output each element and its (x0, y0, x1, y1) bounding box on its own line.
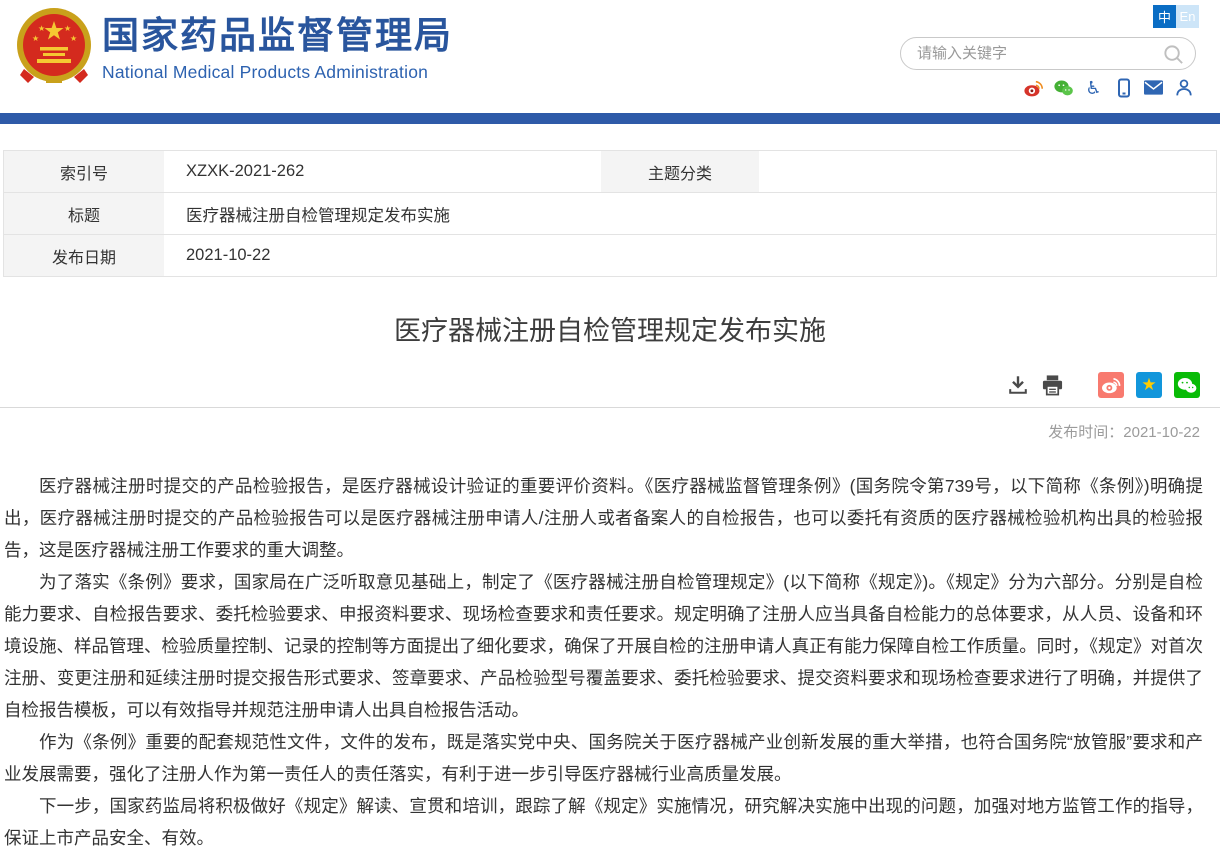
search-box (900, 37, 1196, 70)
print-icon[interactable] (1041, 374, 1064, 396)
weibo-icon[interactable] (1024, 78, 1043, 97)
accessibility-icon[interactable]: ♿ (1084, 78, 1103, 97)
lang-en-button[interactable]: En (1176, 5, 1199, 28)
document-meta-table: 索引号 XZXK-2021-262 主题分类 标题 医疗器械注册自检管理规定发布… (3, 150, 1217, 277)
language-switch: 中 En (1153, 5, 1199, 28)
meta-value-title: 医疗器械注册自检管理规定发布实施 (164, 193, 1216, 235)
share-wechat-icon[interactable] (1174, 372, 1200, 398)
share-qzone-icon[interactable]: ★ (1136, 372, 1162, 398)
header-accent-bar (0, 113, 1220, 124)
quick-icon-bar: ♿ (1024, 78, 1193, 97)
svg-text:★: ★ (38, 24, 45, 33)
article-paragraph: 医疗器械注册时提交的产品检验报告，是医疗器械设计验证的重要评价资料。《医疗器械监… (4, 470, 1203, 566)
toolbar-divider (0, 407, 1220, 408)
svg-text:★: ★ (64, 24, 71, 33)
search-input[interactable] (917, 45, 1157, 62)
meta-label-index: 索引号 (4, 151, 164, 193)
article-paragraph: 作为《条例》重要的配套规范性文件，文件的发布，既是落实党中央、国务院关于医疗器械… (4, 726, 1203, 790)
page-title: 医疗器械注册自检管理规定发布实施 (0, 309, 1220, 348)
svg-text:★: ★ (32, 34, 39, 43)
site-title: 国家药品监督管理局 (102, 16, 453, 57)
svg-text:★: ★ (70, 34, 77, 43)
meta-value-date: 2021-10-22 (164, 235, 1216, 277)
national-emblem-logo[interactable]: ★ ★ ★ ★ (16, 7, 92, 85)
wechat-icon[interactable] (1054, 78, 1073, 97)
site-header: ★ ★ ★ ★ 国家药品监督管理局 National Medical Produ… (0, 0, 1220, 113)
download-icon[interactable] (1007, 374, 1029, 396)
meta-value-category (759, 151, 1216, 193)
brand-block: 国家药品监督管理局 National Medical Products Admi… (102, 16, 453, 83)
mobile-icon[interactable] (1114, 78, 1133, 97)
search-icon[interactable] (1162, 43, 1185, 71)
meta-value-index: XZXK-2021-262 (164, 151, 601, 193)
article-paragraph: 下一步，国家药监局将积极做好《规定》解读、宣贯和培训，跟踪了解《规定》实施情况，… (4, 790, 1203, 854)
share-weibo-icon[interactable] (1098, 372, 1124, 398)
national-emblem-icon: ★ ★ ★ ★ (16, 7, 92, 85)
meta-label-category: 主题分类 (601, 151, 759, 193)
meta-label-title: 标题 (4, 193, 164, 235)
site-subtitle: National Medical Products Administration (102, 62, 453, 83)
lang-zh-button[interactable]: 中 (1153, 5, 1176, 28)
meta-label-date: 发布日期 (4, 235, 164, 277)
article-paragraph: 为了落实《条例》要求，国家局在广泛听取意见基础上，制定了《医疗器械注册自检管理规… (4, 566, 1203, 726)
mail-icon[interactable] (1144, 78, 1163, 97)
article-body: 医疗器械注册时提交的产品检验报告，是医疗器械设计验证的重要评价资料。《医疗器械监… (4, 470, 1203, 854)
article-toolbar: ★ (20, 372, 1200, 398)
publish-line: 发布时间：2021-10-22 (20, 421, 1200, 442)
publish-date: 2021-10-22 (1123, 424, 1200, 441)
publish-label: 发布时间： (1048, 424, 1123, 441)
user-icon[interactable] (1174, 78, 1193, 97)
